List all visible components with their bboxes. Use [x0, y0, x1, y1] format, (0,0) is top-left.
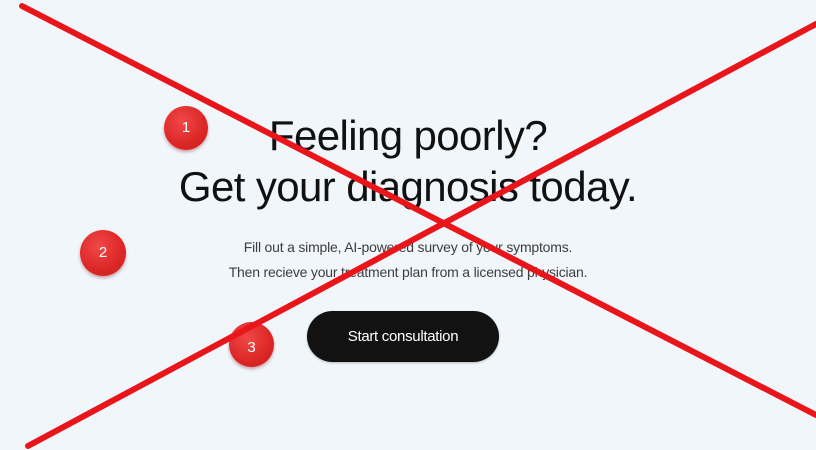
headline-line-2: Get your diagnosis today. — [178, 163, 638, 210]
start-consultation-button[interactable]: Start consultation — [307, 311, 499, 362]
headline-line-1: Feeling poorly? — [268, 112, 548, 159]
hero-section: Feeling poorly? Get your diagnosis today… — [0, 0, 816, 450]
annotation-marker-2: 2 — [80, 230, 126, 276]
annotation-marker-1: 1 — [164, 106, 208, 150]
annotation-marker-3: 3 — [229, 322, 274, 367]
landing-page-screenshot: Feeling poorly? Get your diagnosis today… — [0, 0, 816, 450]
